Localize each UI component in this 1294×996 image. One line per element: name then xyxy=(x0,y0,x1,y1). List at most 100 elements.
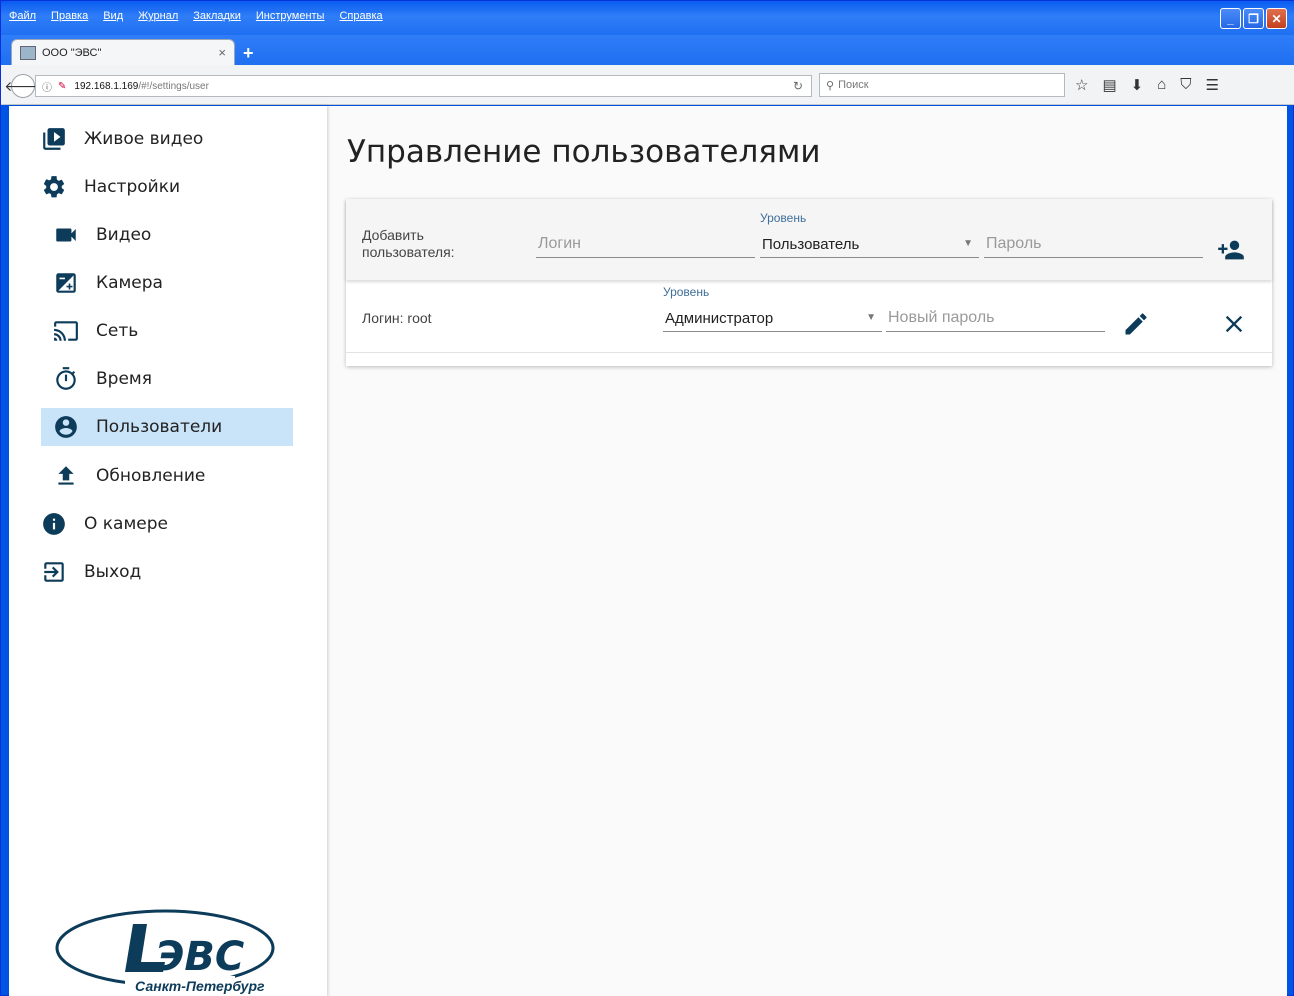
sidebar-item-exit[interactable]: Выход xyxy=(41,553,293,591)
add-user-button[interactable] xyxy=(1216,235,1246,265)
add-user-row: Добавить пользователя: Логин Уровень Пол… xyxy=(346,199,1272,280)
menu-bookmarks[interactable]: Закладки xyxy=(193,10,241,22)
sidebar-item-label: Обновление xyxy=(96,466,206,486)
insecure-lock-icon: ✎ xyxy=(58,80,67,92)
url-path: /#!/settings/user xyxy=(138,80,209,92)
live-video-icon xyxy=(41,126,67,152)
users-card: Добавить пользователя: Логин Уровень Пол… xyxy=(346,199,1272,366)
tab-evs[interactable]: ООО "ЭВС" × xyxy=(11,39,235,65)
hamburger-menu-icon[interactable]: ☰ xyxy=(1206,76,1219,94)
cast-icon xyxy=(53,318,79,344)
company-logo: ЭВС Санкт-Петербург xyxy=(55,902,281,996)
menu-view[interactable]: Вид xyxy=(103,10,123,22)
dropdown-caret-icon: ▼ xyxy=(866,312,876,323)
search-icon: ⚲ xyxy=(826,79,835,92)
sidebar-item-label: Камера xyxy=(96,273,163,293)
sidebar-item-label: Настройки xyxy=(84,177,181,197)
sidebar-item-live-video[interactable]: Живое видео xyxy=(41,120,293,158)
exit-icon xyxy=(41,559,67,585)
add-user-label: Добавить пользователя: xyxy=(362,227,455,260)
user-login-label: Логин: root xyxy=(362,310,432,326)
level-float-label: Уровень xyxy=(760,211,807,225)
toolbar-icons: ☆ ▤ ⬇ ⌂ ⛉ ☰ xyxy=(1075,76,1219,94)
reload-icon[interactable]: ↻ xyxy=(793,79,803,93)
menu-bar: Файл Правка Вид Журнал Закладки Инструме… xyxy=(9,10,383,22)
sidebar-item-label: О камере xyxy=(84,514,169,534)
sidebar-item-video[interactable]: Видео xyxy=(41,216,293,254)
level-select-value: Пользователь xyxy=(762,236,860,253)
user-row-root: Логин: root Уровень Администратор ▼ Новы… xyxy=(346,280,1272,353)
browser-window: Файл Правка Вид Журнал Закладки Инструме… xyxy=(0,0,1294,996)
close-icon xyxy=(1225,315,1243,333)
pocket-icon[interactable]: ⛉ xyxy=(1180,76,1191,94)
url-bar[interactable]: ⓘ ✎ 192.168.1.169 /#!/settings/user ↻ xyxy=(35,75,812,97)
url-host: 192.168.1.169 xyxy=(74,80,139,92)
account-circle-icon xyxy=(53,414,79,440)
search-input[interactable]: ⚲ Поиск xyxy=(819,73,1065,97)
sidebar-item-label: Живое видео xyxy=(84,129,204,149)
menu-help[interactable]: Справка xyxy=(339,10,382,22)
login-input[interactable]: Логин xyxy=(536,229,755,258)
password-input[interactable]: Пароль xyxy=(984,229,1203,258)
new-password-input[interactable]: Новый пароль xyxy=(886,303,1105,332)
dropdown-caret-icon: ▼ xyxy=(963,238,973,249)
sidebar-item-label: Видео xyxy=(96,225,152,245)
password-placeholder: Пароль xyxy=(986,235,1042,252)
edit-user-button[interactable] xyxy=(1121,309,1151,339)
menu-file[interactable]: Файл xyxy=(9,10,36,22)
sidebar-item-label: Сеть xyxy=(96,321,139,341)
pencil-icon xyxy=(1125,313,1147,335)
videocam-icon xyxy=(53,222,79,248)
user-level-float-label: Уровень xyxy=(663,285,710,299)
menu-tools[interactable]: Инструменты xyxy=(256,10,325,22)
sidebar-item-settings[interactable]: Настройки xyxy=(41,168,293,206)
tab-close-icon[interactable]: × xyxy=(218,45,226,60)
search-placeholder: Поиск xyxy=(838,79,869,91)
user-level-select[interactable]: Администратор ▼ xyxy=(663,303,882,332)
back-button[interactable]: 🡐 xyxy=(4,74,42,98)
main-content: Управление пользователями Добавить польз… xyxy=(327,106,1287,996)
home-icon[interactable]: ⌂ xyxy=(1157,76,1166,94)
info-icon[interactable]: ⓘ xyxy=(42,79,52,94)
sidebar: Живое видео Настройки Видео Камера Сеть … xyxy=(9,106,327,996)
sidebar-item-label: Пользователи xyxy=(96,417,223,437)
page-title: Управление пользователями xyxy=(347,134,821,170)
svg-text:ЭВС: ЭВС xyxy=(155,934,244,980)
bookmark-star-icon[interactable]: ☆ xyxy=(1075,76,1088,94)
tab-strip: ООО "ЭВС" × + xyxy=(1,35,1294,65)
reading-list-icon[interactable]: ▤ xyxy=(1102,76,1116,94)
page-viewport: Живое видео Настройки Видео Камера Сеть … xyxy=(9,106,1287,996)
window-controls: _ ❐ ✕ xyxy=(1220,8,1287,29)
sidebar-item-users[interactable]: Пользователи xyxy=(41,408,293,446)
menu-history[interactable]: Журнал xyxy=(138,10,178,22)
sidebar-item-update[interactable]: Обновление xyxy=(41,457,293,495)
sidebar-item-time[interactable]: Время xyxy=(41,360,293,398)
delete-user-button[interactable] xyxy=(1219,309,1249,339)
gear-icon xyxy=(41,174,67,200)
level-select[interactable]: Пользователь ▼ xyxy=(760,229,979,258)
new-password-placeholder: Новый пароль xyxy=(888,309,995,326)
upload-icon xyxy=(53,463,79,489)
favicon-icon xyxy=(20,45,36,60)
svg-text:Санкт-Петербург: Санкт-Петербург xyxy=(135,978,265,994)
timer-icon xyxy=(53,366,79,392)
title-bar: Файл Правка Вид Журнал Закладки Инструме… xyxy=(1,1,1294,35)
sidebar-item-network[interactable]: Сеть xyxy=(41,312,293,350)
downloads-icon[interactable]: ⬇ xyxy=(1131,76,1144,94)
sidebar-item-label: Выход xyxy=(84,562,142,582)
tab-title: ООО "ЭВС" xyxy=(42,46,102,59)
restore-button[interactable]: ❐ xyxy=(1243,8,1264,29)
minimize-button[interactable]: _ xyxy=(1220,8,1241,29)
login-placeholder: Логин xyxy=(538,235,582,252)
info-icon xyxy=(41,511,67,537)
camera-exposure-icon xyxy=(53,270,79,296)
sidebar-item-about[interactable]: О камере xyxy=(41,505,293,543)
person-add-icon xyxy=(1218,240,1244,260)
menu-edit[interactable]: Правка xyxy=(51,10,88,22)
close-window-button[interactable]: ✕ xyxy=(1266,8,1287,29)
sidebar-item-camera[interactable]: Камера xyxy=(41,264,293,302)
navigation-bar: 🡐 ⓘ ✎ 192.168.1.169 /#!/settings/user ↻ … xyxy=(1,65,1294,105)
new-tab-button[interactable]: + xyxy=(243,43,254,64)
sidebar-item-label: Время xyxy=(96,369,152,389)
user-level-value: Администратор xyxy=(665,310,774,327)
